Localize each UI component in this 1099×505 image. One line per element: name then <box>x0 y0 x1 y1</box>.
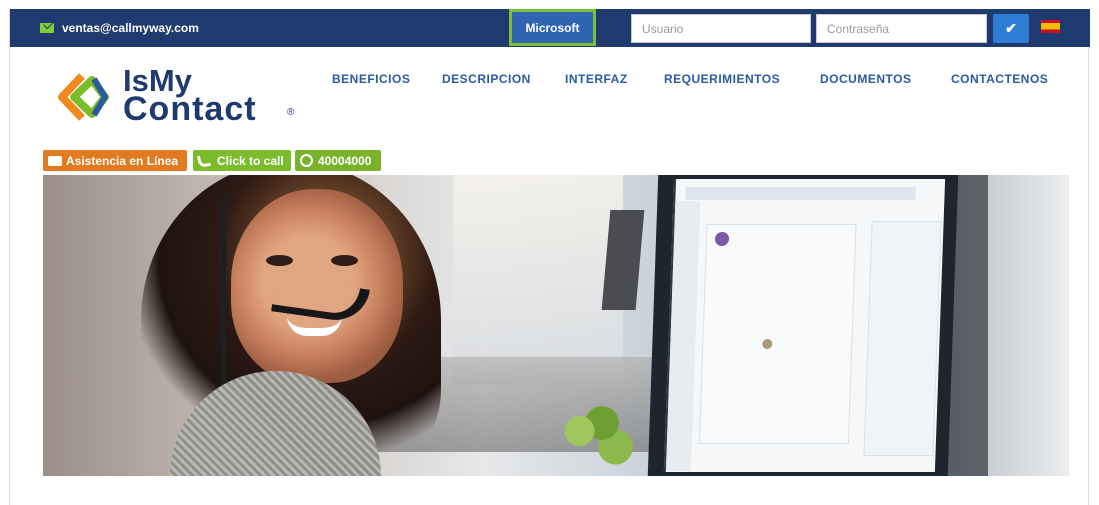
logo-chevrons-icon <box>58 73 109 121</box>
agent-right-eye <box>331 255 358 266</box>
screen-main-panel <box>698 224 857 444</box>
nav-requerimientos[interactable]: REQUERIMIENTOS <box>664 72 780 86</box>
agent-left-eye <box>266 255 293 266</box>
online-assistance-label: Asistencia en Línea <box>66 153 179 168</box>
contact-action-badges: Asistencia en Línea Click to call 400040… <box>43 150 381 171</box>
chat-icon <box>48 155 62 166</box>
phone-icon <box>197 153 211 168</box>
desk-plant <box>548 395 638 475</box>
nav-interfaz[interactable]: INTERFAZ <box>565 72 628 86</box>
nav-documentos[interactable]: DOCUMENTOS <box>820 72 911 86</box>
top-bar: ventas@callmyway.com Microsoft Usuario C… <box>10 9 1090 47</box>
screen-toolbar <box>685 187 916 200</box>
hero-image <box>43 175 1069 476</box>
screen-side-panel <box>863 221 942 456</box>
login-submit-button[interactable]: ✔ <box>993 14 1029 43</box>
page-frame: ventas@callmyway.com Microsoft Usuario C… <box>9 9 1090 505</box>
desk-lamp <box>601 210 645 310</box>
mail-icon <box>40 23 54 33</box>
background-window <box>453 175 623 385</box>
microsoft-login-button[interactable]: Microsoft <box>512 12 593 43</box>
right-monitor-edge <box>988 175 1069 476</box>
logo-wordmark: IsMy Contact <box>123 65 257 128</box>
click-to-call-button[interactable]: Click to call <box>193 150 291 171</box>
ismycontact-logo[interactable]: IsMy Contact <box>56 63 296 133</box>
online-assistance-button[interactable]: Asistencia en Línea <box>43 150 187 171</box>
whatsapp-number-button[interactable]: 40004000 <box>295 150 381 171</box>
email-address[interactable]: ventas@callmyway.com <box>62 21 199 35</box>
microsoft-button-highlight: Microsoft <box>509 9 596 46</box>
spain-flag-icon[interactable] <box>1041 20 1060 33</box>
crm-screen <box>663 179 946 472</box>
logo-line-contact: Contact <box>123 90 257 128</box>
screen-sidebar <box>665 201 701 471</box>
password-input[interactable]: Contraseña <box>816 14 987 43</box>
nav-descripcion[interactable]: DESCRIPCION <box>442 72 531 86</box>
whatsapp-icon <box>300 154 313 167</box>
nav-beneficios[interactable]: BENEFICIOS <box>332 72 410 86</box>
email-contact[interactable]: ventas@callmyway.com <box>40 21 199 35</box>
registered-mark: ® <box>287 107 295 118</box>
check-icon: ✔ <box>1005 20 1017 36</box>
nav-contactenos[interactable]: CONTACTENOS <box>951 72 1048 86</box>
whatsapp-number: 40004000 <box>318 153 372 168</box>
username-input[interactable]: Usuario <box>631 14 811 43</box>
click-to-call-label: Click to call <box>217 153 284 168</box>
